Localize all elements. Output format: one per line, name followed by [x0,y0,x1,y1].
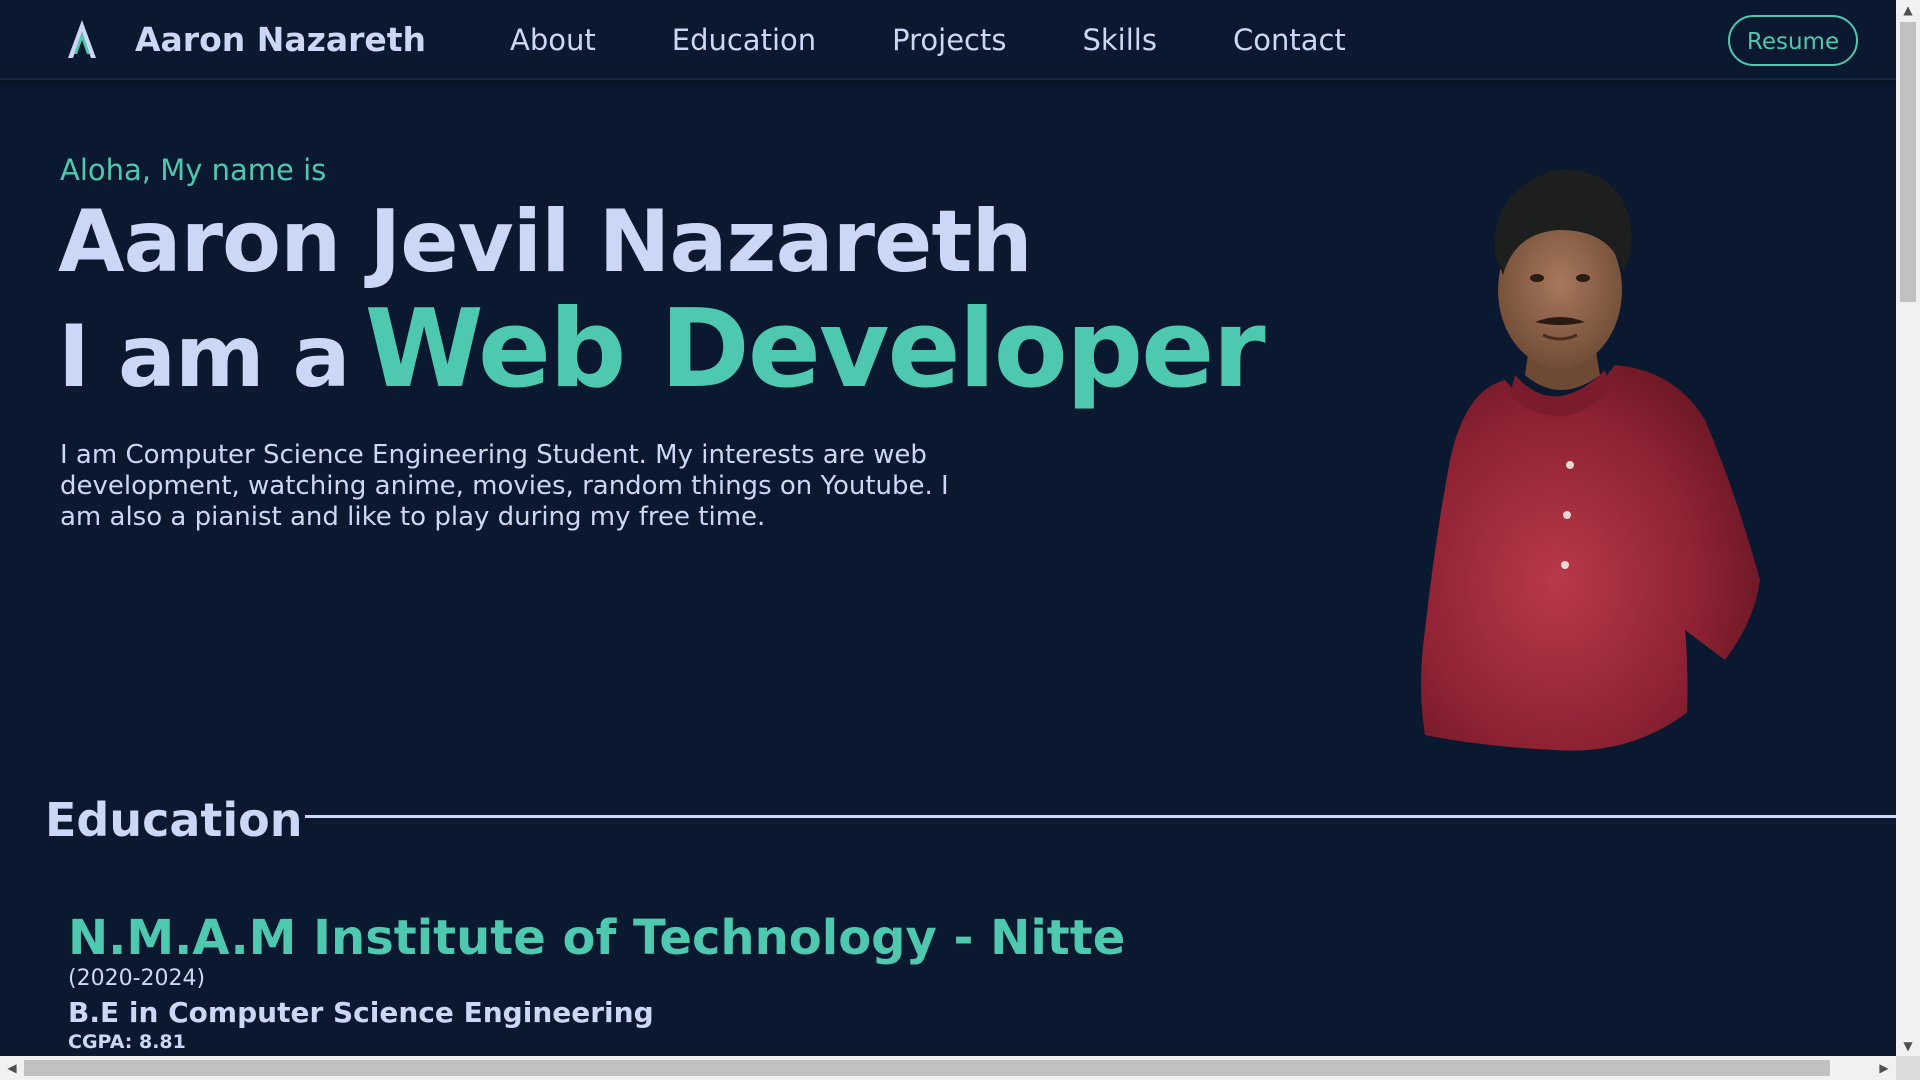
section-divider [305,815,1896,818]
horizontal-scroll-thumb[interactable] [24,1060,1830,1076]
hero-role: I am a Web Developer [58,287,1266,441]
resume-button[interactable]: Resume [1728,15,1858,66]
education-gpa: CGPA: 8.81 [68,1031,186,1053]
education-school: N.M.A.M Institute of Technology - Nitte [68,910,1126,966]
scroll-up-arrow-icon[interactable]: ▲ [1896,0,1920,20]
horizontal-scrollbar[interactable]: ◀ ▶ [0,1056,1896,1080]
navbar: Aaron Nazareth About Education Projects … [0,0,1896,80]
scroll-down-arrow-icon[interactable]: ▼ [1896,1036,1920,1056]
hero-name: Aaron Jevil Nazareth [58,192,1033,292]
hero-role-title: Web Developer [364,287,1266,412]
hero-greeting: Aloha, My name is [60,153,327,187]
page-viewport: Aaron Nazareth About Education Projects … [0,0,1896,1056]
hero-role-prefix: I am a [58,307,351,407]
nav-link-skills[interactable]: Skills [1082,18,1156,62]
nav-link-contact[interactable]: Contact [1233,18,1346,62]
education-degree: B.E in Computer Science Engineering [68,996,654,1029]
education-years: (2020-2024) [68,966,206,991]
profile-photo [1421,169,1760,751]
logo-a-icon[interactable] [64,18,100,60]
nav-link-about[interactable]: About [510,18,596,62]
brand-name[interactable]: Aaron Nazareth [135,18,426,62]
vertical-scroll-thumb[interactable] [1900,22,1916,302]
nav-link-education[interactable]: Education [672,18,816,62]
scroll-left-arrow-icon[interactable]: ◀ [0,1056,24,1080]
scroll-right-arrow-icon[interactable]: ▶ [1872,1056,1896,1080]
hero-description: I am Computer Science Engineering Studen… [60,440,949,532]
vertical-scrollbar[interactable]: ▲ ▼ [1896,0,1920,1056]
nav-links: About Education Projects Skills Contact [510,18,1346,62]
education-heading: Education [45,793,303,847]
nav-link-projects[interactable]: Projects [892,18,1006,62]
scrollbar-corner [1896,1056,1920,1080]
